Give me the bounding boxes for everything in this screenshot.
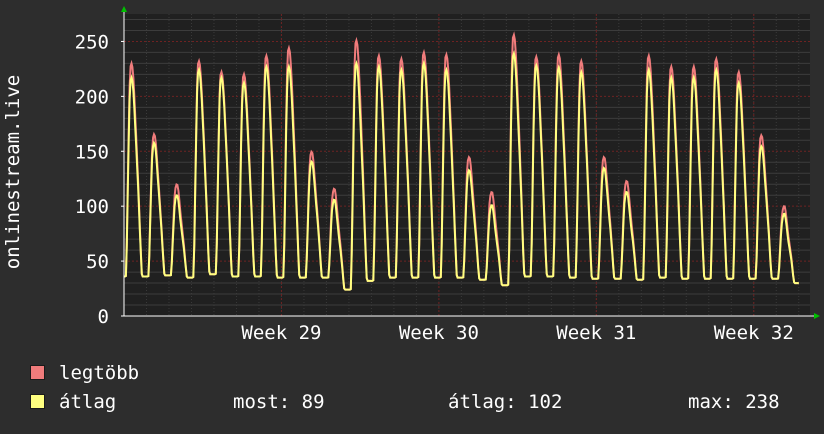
x-tick-label: Week 32 (714, 322, 794, 344)
y-tick-label: 150 (75, 141, 109, 163)
x-axis-arrow (814, 313, 820, 319)
x-tick-label: Week 30 (399, 322, 479, 344)
y-tick-label: 0 (98, 306, 109, 328)
legend-avg-label: átlag (59, 391, 117, 413)
y-tick-label: 250 (75, 31, 109, 53)
stat-average: átlag: 102 (448, 391, 563, 413)
y-tick-label: 50 (86, 251, 109, 273)
y-axis-label: onlinestream.live (2, 74, 24, 270)
y-axis-arrow (121, 6, 127, 12)
x-tick-label: Week 31 (556, 322, 636, 344)
y-tick-label: 100 (75, 196, 109, 218)
legend-max-swatch (30, 365, 45, 380)
legend-avg-row: átlag most: 89 átlag: 102 max: 238 (30, 390, 810, 414)
legend-avg-swatch (30, 394, 45, 409)
stat-now: most: 89 (233, 391, 325, 413)
x-tick-label: Week 29 (241, 322, 321, 344)
stat-max: max: 238 (688, 391, 780, 413)
legend-max-label: legtöbb (59, 362, 140, 384)
y-tick-label: 200 (75, 86, 109, 108)
